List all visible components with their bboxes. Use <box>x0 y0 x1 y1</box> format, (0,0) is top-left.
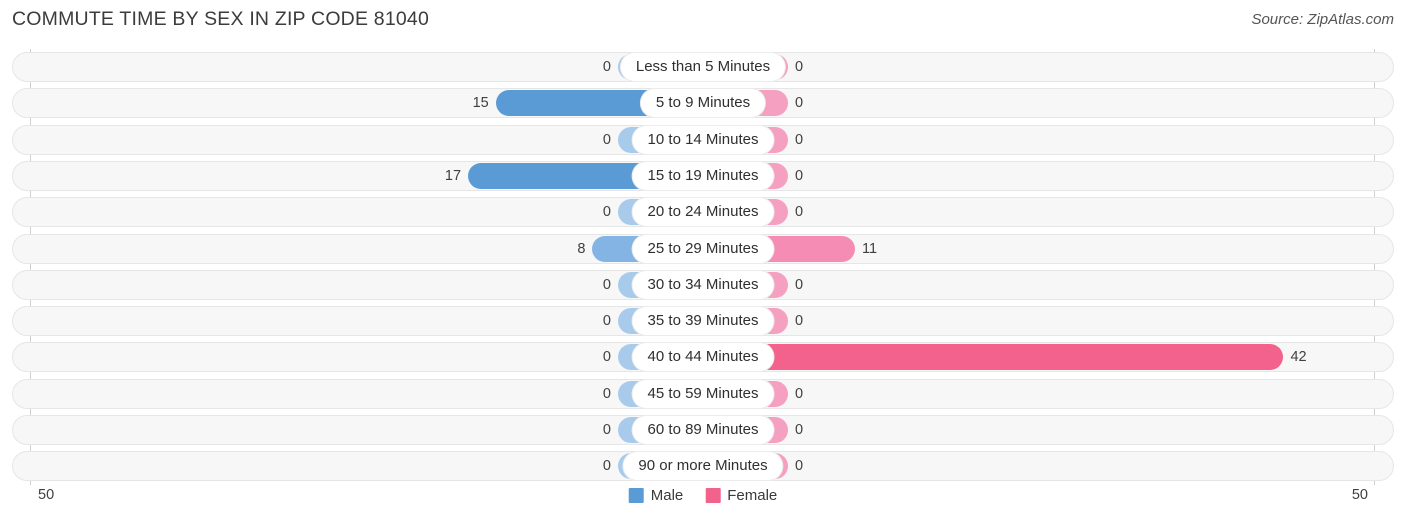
bar-value-female: 0 <box>795 313 804 330</box>
legend-label-male: Male <box>650 487 684 504</box>
chart-page: COMMUTE TIME BY SEX IN ZIP CODE 81040 So… <box>0 0 1406 522</box>
chart-plot-area: 0 0 Less than 5 Minutes 15 0 5 to 9 Minutes 0 0… <box>0 49 1406 485</box>
category-label: 30 to 34 Minutes <box>632 270 774 299</box>
bar-value-male: 0 <box>602 131 611 148</box>
category-label: 35 to 39 Minutes <box>632 307 774 336</box>
chart-row: 0 0 20 to 24 Minutes <box>12 197 1394 228</box>
chart-row: 0 0 45 to 59 Minutes <box>12 378 1394 409</box>
bar-value-male: 0 <box>602 276 611 293</box>
bar-value-male: 0 <box>602 349 611 366</box>
axis-tick-left: 50 <box>38 487 55 503</box>
bar-value-female: 0 <box>795 204 804 221</box>
chart-row: 0 0 30 to 34 Minutes <box>12 269 1394 300</box>
chart-row: 17 0 15 to 19 Minutes <box>12 160 1394 191</box>
bar-value-female: 0 <box>795 59 804 75</box>
bar-value-male: 0 <box>602 422 611 438</box>
category-label: 25 to 29 Minutes <box>632 234 774 263</box>
category-label: 5 to 9 Minutes <box>640 89 766 118</box>
bar-value-female: 0 <box>795 385 804 402</box>
category-label: 20 to 24 Minutes <box>632 198 774 227</box>
bar-value-female: 0 <box>795 276 804 293</box>
chart-footer: 50 50 Male Female <box>0 485 1406 522</box>
category-label: 15 to 19 Minutes <box>632 161 774 190</box>
bar-value-female: 0 <box>795 95 804 112</box>
legend-item-male[interactable]: Male <box>628 487 684 504</box>
bar-value-female: 0 <box>795 458 804 475</box>
bar-value-male: 17 <box>444 167 462 184</box>
bar-value-male: 0 <box>602 313 611 330</box>
bar-value-male: 0 <box>602 59 611 75</box>
chart-legend: Male Female <box>628 487 777 504</box>
category-label: 10 to 14 Minutes <box>632 125 774 154</box>
bar-value-female: 11 <box>862 240 878 257</box>
legend-item-female[interactable]: Female <box>705 487 777 504</box>
page-title: COMMUTE TIME BY SEX IN ZIP CODE 81040 <box>12 8 430 30</box>
category-label: 40 to 44 Minutes <box>632 343 774 372</box>
category-label: 60 to 89 Minutes <box>632 416 774 444</box>
bar-value-female: 0 <box>795 131 804 148</box>
chart-row: 0 0 10 to 14 Minutes <box>12 124 1394 155</box>
bar-value-male: 15 <box>472 95 489 112</box>
chart-row: 0 0 60 to 89 Minutes <box>12 415 1394 445</box>
legend-swatch-male-icon <box>628 488 644 503</box>
axis-tick-right: 50 <box>1351 487 1368 503</box>
bar-value-male: 0 <box>602 204 611 221</box>
legend-swatch-female-icon <box>705 488 721 503</box>
bar-value-female: 0 <box>795 167 804 184</box>
bar-value-female: 42 <box>1290 349 1307 366</box>
category-label: 90 or more Minutes <box>623 452 783 481</box>
chart-row: 0 0 35 to 39 Minutes <box>12 306 1394 337</box>
bar-value-male: 0 <box>602 458 611 475</box>
chart-row: 0 42 40 to 44 Minutes <box>12 342 1394 373</box>
category-label: 45 to 59 Minutes <box>632 379 774 408</box>
category-label: Less than 5 Minutes <box>620 53 786 81</box>
bar-value-male: 0 <box>602 385 611 402</box>
source-attribution: Source: ZipAtlas.com <box>1251 11 1394 28</box>
legend-label-female: Female <box>727 487 778 504</box>
chart-row: 0 0 90 or more Minutes <box>12 451 1394 482</box>
bar-value-male: 8 <box>577 240 586 257</box>
bar-value-female: 0 <box>795 422 804 438</box>
bar-female[interactable] <box>703 344 1284 371</box>
chart-row: 15 0 5 to 9 Minutes <box>12 88 1394 119</box>
chart-row: 8 11 25 to 29 Minutes <box>12 233 1394 264</box>
chart-row: 0 0 Less than 5 Minutes <box>12 52 1394 82</box>
